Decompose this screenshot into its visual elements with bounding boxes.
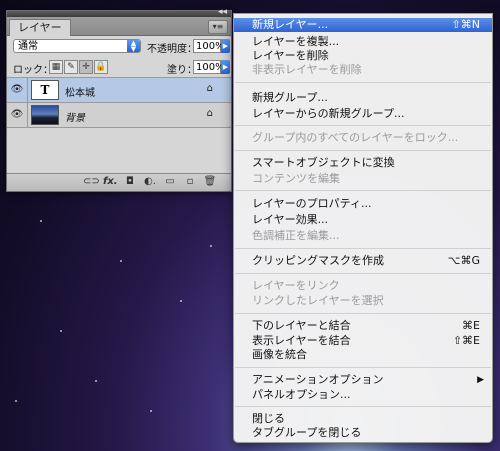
menu-separator <box>235 125 491 126</box>
layer-row-background[interactable]: 👁 背景 ⌂ <box>7 102 231 128</box>
fx-icon[interactable]: fx. <box>103 176 118 188</box>
select-arrows-icon: ▲ ▼ <box>127 40 140 53</box>
menu-item-delete-layer[interactable]: レイヤーを削除 <box>234 49 492 63</box>
collapse-icon[interactable]: ◂◂ <box>218 7 227 17</box>
lock-icons: ▦ ✎ ✛ 🔒 <box>49 60 108 74</box>
submenu-arrow-icon: ▶ <box>477 375 484 385</box>
menu-item-edit-contents: コンテンツを編集 <box>252 172 340 185</box>
menu-item-lock-all-in-group: グループ内のすべてのレイヤーをロック... <box>252 131 459 144</box>
menu-item-select-linked-layers: リンクしたレイヤーを選択 <box>252 294 384 307</box>
panel-footer: ⊂⊃ fx. ◘ ◐. ▭ ▫ 🗑 <box>7 173 231 191</box>
menu-separator <box>235 190 491 191</box>
menu-item-merge-down[interactable]: 下のレイヤーと結合 ⌘E <box>234 319 492 333</box>
layer-lock-icon: ⌂ <box>206 108 213 119</box>
panel-tabbar: レイヤー ▾≡ <box>7 17 231 36</box>
mask-icon[interactable]: ◘ <box>123 176 137 188</box>
menu-shortcut: ⇧⌘E <box>452 334 480 347</box>
menu-item-panel-options[interactable]: パネルオプション... <box>234 388 492 402</box>
menu-item-merge-visible[interactable]: 表示レイヤーを結合 ⇧⌘E <box>234 334 492 348</box>
visibility-eye-icon[interactable]: 👁 <box>10 82 24 98</box>
lock-position-icon[interactable]: ✛ <box>79 60 93 74</box>
menu-item-label: クリッピングマスクを作成 <box>252 254 384 267</box>
menu-item-animation-options[interactable]: アニメーションオプション ▶ <box>234 373 492 387</box>
layer-name[interactable]: 背景 <box>65 109 85 124</box>
menu-item-layer-effects[interactable]: レイヤー効果... <box>234 213 492 227</box>
menu-separator <box>235 82 491 83</box>
tab-layers[interactable]: レイヤー <box>9 19 71 36</box>
adjustment-icon[interactable]: ◐. <box>143 176 157 188</box>
menu-separator <box>235 248 491 249</box>
blend-mode-select[interactable]: 通常 ▲ ▼ <box>13 39 141 53</box>
trash-icon[interactable]: 🗑 <box>203 176 217 188</box>
layers-panel-menu: 新規レイヤー... ⇧⌘N レイヤーを複製... レイヤーを削除 非表示レイヤー… <box>233 13 493 443</box>
blend-mode-value: 通常 <box>18 41 38 52</box>
panel-menu-icon[interactable]: ▾≡ <box>208 20 228 34</box>
menu-item-link-layers: レイヤーをリンク <box>252 279 340 292</box>
layer-thumbnail: T <box>31 80 59 100</box>
menu-item-label: アニメーションオプション <box>252 373 384 386</box>
layer-lock-icon: ⌂ <box>206 83 213 94</box>
menu-item-close[interactable]: 閉じる <box>234 412 492 426</box>
menu-item-flatten-image[interactable]: 画像を統合 <box>234 348 492 362</box>
menu-item-new-group-from-layers[interactable]: レイヤーからの新規グループ... <box>234 107 492 121</box>
menu-item-new-group[interactable]: 新規グループ... <box>234 91 492 105</box>
opacity-label: 不透明度： <box>147 44 197 55</box>
menu-separator <box>235 273 491 274</box>
fill-dropdown-icon[interactable]: ▶ <box>221 60 230 74</box>
layer-row-text[interactable]: 👁 T 松本城 ⌂ <box>7 77 231 102</box>
lock-all-icon[interactable]: 🔒 <box>94 60 108 74</box>
menu-item-layer-properties[interactable]: レイヤーのプロパティ... <box>234 197 492 211</box>
lock-label: ロック： <box>13 65 53 76</box>
menu-item-close-tab-group[interactable]: タブグループを閉じる <box>234 426 492 440</box>
opacity-dropdown-icon[interactable]: ▶ <box>221 39 230 53</box>
menu-item-edit-adjustment: 色調補正を編集... <box>252 229 340 242</box>
layer-name[interactable]: 松本城 <box>65 84 95 99</box>
menu-separator <box>235 406 491 407</box>
menu-item-duplicate-layer[interactable]: レイヤーを複製... <box>234 35 492 49</box>
divider <box>27 78 28 102</box>
fill-field[interactable]: 100% <box>193 60 225 74</box>
new-layer-icon[interactable]: ▫ <box>183 176 197 188</box>
link-icon[interactable]: ⊂⊃ <box>83 176 100 188</box>
menu-item-convert-smart-object[interactable]: スマートオブジェクトに変換 <box>234 156 492 170</box>
layer-thumbnail <box>31 105 59 125</box>
menu-separator <box>235 367 491 368</box>
menu-item-delete-hidden-layers: 非表示レイヤーを削除 <box>252 63 362 76</box>
menu-item-label: 下のレイヤーと結合 <box>252 319 351 332</box>
menu-shortcut: ⇧⌘N <box>451 18 480 31</box>
lock-image-icon[interactable]: ✎ <box>64 60 78 74</box>
menu-separator <box>235 313 491 314</box>
visibility-eye-icon[interactable]: 👁 <box>10 107 24 123</box>
layers-panel: ◂◂ レイヤー ▾≡ 通常 ▲ ▼ 不透明度： 100% ▶ ロック： ▦ ✎ ✛… <box>6 7 232 192</box>
menu-item-new-layer[interactable]: 新規レイヤー... ⇧⌘N <box>234 18 492 32</box>
menu-item-create-clipping-mask[interactable]: クリッピングマスクを作成 ⌥⌘G <box>234 254 492 268</box>
menu-item-label: 表示レイヤーを結合 <box>252 334 351 347</box>
menu-shortcut: ⌘E <box>462 319 480 332</box>
menu-separator <box>235 150 491 151</box>
menu-shortcut: ⌥⌘G <box>447 254 480 267</box>
menu-item-label: 新規レイヤー... <box>252 18 329 31</box>
group-icon[interactable]: ▭ <box>163 176 177 188</box>
opacity-field[interactable]: 100% <box>193 39 225 53</box>
divider <box>27 103 28 127</box>
lock-transparent-icon[interactable]: ▦ <box>49 60 63 74</box>
